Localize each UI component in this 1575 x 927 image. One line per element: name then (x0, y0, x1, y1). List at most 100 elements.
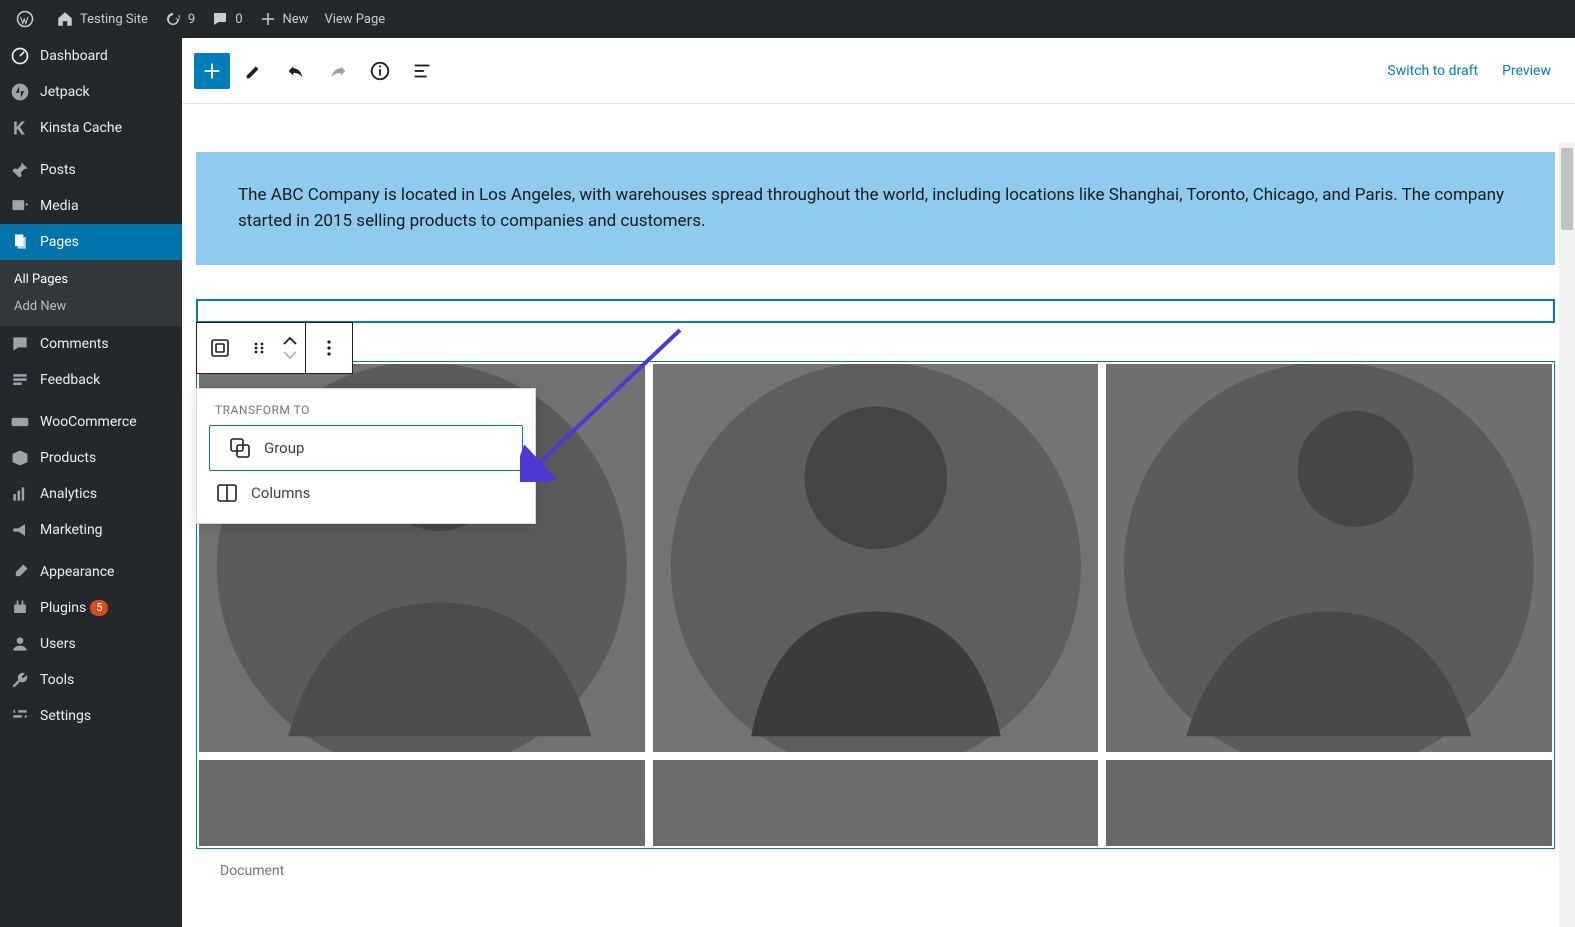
plus-icon (259, 10, 277, 28)
sidebar-label: Marketing (40, 522, 103, 538)
heading-block[interactable] (196, 299, 1555, 323)
wrench-icon (10, 670, 30, 690)
sidebar-label: Media (40, 198, 79, 214)
sidebar-item-media[interactable]: Media (0, 188, 182, 224)
admin-sidebar: Dashboard Jetpack Kinsta Cache Posts Med… (0, 38, 182, 927)
scrollbar[interactable] (1559, 142, 1575, 927)
sidebar-label: Settings (40, 708, 91, 724)
gallery-cell[interactable] (653, 760, 1099, 846)
editor-canvas[interactable]: The ABC Company is located in Los Angele… (182, 104, 1575, 927)
sidebar-item-tools[interactable]: Tools (0, 662, 182, 698)
drag-handle[interactable] (243, 323, 275, 373)
paragraph-block[interactable]: The ABC Company is located in Los Angele… (196, 152, 1555, 265)
submenu-label: All Pages (14, 272, 68, 287)
option-label: Columns (251, 484, 310, 502)
wp-logo[interactable] (8, 0, 48, 38)
sidebar-item-marketing[interactable]: Marketing (0, 512, 182, 548)
add-block-button[interactable] (194, 53, 230, 89)
comment-icon (10, 334, 30, 354)
gallery-cell[interactable] (653, 364, 1099, 752)
submenu-label: Add New (14, 299, 66, 314)
kinsta-icon (10, 118, 30, 138)
settings-icon (10, 706, 30, 726)
products-icon (10, 448, 30, 468)
sidebar-label: WooCommerce (40, 414, 137, 430)
switch-to-draft[interactable]: Switch to draft (1375, 63, 1490, 79)
comments-count: 0 (235, 12, 242, 27)
sidebar-item-pages[interactable]: Pages (0, 224, 182, 260)
sidebar-label: Comments (40, 336, 109, 352)
sidebar-item-feedback[interactable]: Feedback (0, 362, 182, 398)
sidebar-item-jetpack[interactable]: Jetpack (0, 74, 182, 110)
submenu-add-new[interactable]: Add New (0, 293, 182, 320)
brush-icon (10, 562, 30, 582)
comments-link[interactable]: 0 (203, 0, 250, 38)
move-up-down[interactable] (275, 336, 305, 360)
plugins-badge: 5 (90, 600, 108, 616)
sidebar-label: Tools (40, 672, 74, 688)
home-icon (56, 10, 74, 28)
sidebar-item-kinsta[interactable]: Kinsta Cache (0, 110, 182, 146)
sidebar-item-users[interactable]: Users (0, 626, 182, 662)
media-icon (10, 196, 30, 216)
jetpack-icon (10, 82, 30, 102)
new-link[interactable]: New (251, 0, 317, 38)
sidebar-item-plugins[interactable]: Plugins5 (0, 590, 182, 626)
submenu-all-pages[interactable]: All Pages (0, 266, 182, 293)
sidebar-label: Analytics (40, 486, 97, 502)
new-label: New (283, 12, 309, 27)
popover-title: TRANSFORM TO (197, 403, 535, 425)
gallery-cell[interactable] (199, 760, 645, 846)
transform-option-columns[interactable]: Columns (197, 471, 535, 515)
site-name: Testing Site (80, 12, 148, 27)
sidebar-label: Plugins (40, 600, 86, 616)
sidebar-label: Users (40, 636, 76, 652)
updates-link[interactable]: 9 (156, 0, 203, 38)
edit-mode-button[interactable] (236, 53, 272, 89)
editor: Switch to draft Preview The ABC Company … (182, 38, 1575, 927)
plugin-icon (10, 598, 30, 618)
woo-icon (10, 412, 30, 432)
sidebar-item-appearance[interactable]: Appearance (0, 554, 182, 590)
sidebar-item-analytics[interactable]: Analytics (0, 476, 182, 512)
sidebar-label: Products (40, 450, 96, 466)
comment-icon (211, 10, 229, 28)
group-icon (228, 436, 252, 460)
site-link[interactable]: Testing Site (48, 0, 156, 38)
sidebar-label: Kinsta Cache (40, 120, 122, 136)
sidebar-item-dashboard[interactable]: Dashboard (0, 38, 182, 74)
sidebar-item-comments[interactable]: Comments (0, 326, 182, 362)
view-page-label: View Page (324, 12, 385, 27)
gallery-cell[interactable] (1106, 364, 1552, 752)
sidebar-label: Dashboard (40, 48, 108, 64)
sidebar-label: Jetpack (40, 84, 90, 100)
transform-popover: TRANSFORM TO Group Columns (196, 388, 536, 524)
outline-button[interactable] (404, 53, 440, 89)
block-type-button[interactable] (197, 323, 243, 373)
pages-icon (10, 232, 30, 252)
sidebar-label: Pages (40, 234, 79, 250)
updates-count: 9 (188, 12, 195, 27)
preview-link[interactable]: Preview (1490, 63, 1563, 79)
transform-option-group[interactable]: Group (209, 425, 523, 471)
gallery-cell[interactable] (1106, 760, 1552, 846)
redo-button[interactable] (320, 53, 356, 89)
document-label: Document (220, 863, 1555, 879)
admin-toolbar: Testing Site 9 0 New View Page (0, 0, 1575, 38)
view-page-link[interactable]: View Page (316, 0, 393, 38)
option-label: Group (264, 439, 304, 457)
columns-icon (215, 481, 239, 505)
marketing-icon (10, 520, 30, 540)
sidebar-item-woocommerce[interactable]: WooCommerce (0, 404, 182, 440)
paragraph-text: The ABC Company is located in Los Angele… (238, 185, 1504, 231)
sidebar-label: Feedback (40, 372, 100, 388)
sidebar-item-posts[interactable]: Posts (0, 152, 182, 188)
more-options-button[interactable] (306, 323, 352, 373)
undo-button[interactable] (278, 53, 314, 89)
sidebar-label: Posts (40, 162, 76, 178)
info-button[interactable] (362, 53, 398, 89)
sidebar-item-settings[interactable]: Settings (0, 698, 182, 734)
sidebar-item-products[interactable]: Products (0, 440, 182, 476)
refresh-icon (164, 10, 182, 28)
scrollbar-thumb[interactable] (1561, 148, 1573, 230)
